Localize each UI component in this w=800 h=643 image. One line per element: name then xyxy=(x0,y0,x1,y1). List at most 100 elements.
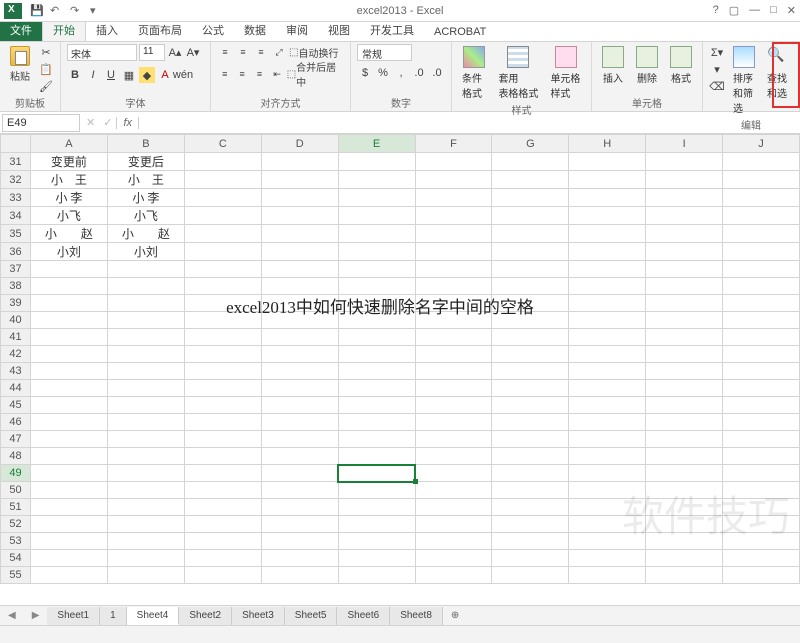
cell-I42[interactable] xyxy=(646,346,723,363)
cell-J45[interactable] xyxy=(723,397,800,414)
cell-H51[interactable] xyxy=(569,499,646,516)
cell-E42[interactable] xyxy=(338,346,415,363)
cell-D55[interactable] xyxy=(261,567,338,584)
cell-G36[interactable] xyxy=(492,243,569,261)
cell-F46[interactable] xyxy=(415,414,492,431)
cell-A36[interactable]: 小刘 xyxy=(30,243,107,261)
row-header-41[interactable]: 41 xyxy=(1,329,31,346)
cell-C42[interactable] xyxy=(184,346,261,363)
sheet-tab-Sheet3[interactable]: Sheet3 xyxy=(232,607,285,625)
cell-E43[interactable] xyxy=(338,363,415,380)
row-header-32[interactable]: 32 xyxy=(1,171,31,189)
cell-J51[interactable] xyxy=(723,499,800,516)
cell-D44[interactable] xyxy=(261,380,338,397)
cell-C37[interactable] xyxy=(184,261,261,278)
cell-H54[interactable] xyxy=(569,550,646,567)
cell-J40[interactable] xyxy=(723,312,800,329)
cell-D35[interactable] xyxy=(261,225,338,243)
cell-A41[interactable] xyxy=(30,329,107,346)
cell-J47[interactable] xyxy=(723,431,800,448)
cell-B41[interactable] xyxy=(107,329,184,346)
sheet-nav-next-icon[interactable]: ▶ xyxy=(24,610,48,621)
cell-A51[interactable] xyxy=(30,499,107,516)
cell-G50[interactable] xyxy=(492,482,569,499)
tab-review[interactable]: 审阅 xyxy=(276,19,318,41)
row-header-42[interactable]: 42 xyxy=(1,346,31,363)
cell-E55[interactable] xyxy=(338,567,415,584)
cell-C46[interactable] xyxy=(184,414,261,431)
percent-icon[interactable]: % xyxy=(375,65,391,81)
cell-J50[interactable] xyxy=(723,482,800,499)
cell-D41[interactable] xyxy=(261,329,338,346)
cell-A53[interactable] xyxy=(30,533,107,550)
italic-button[interactable]: I xyxy=(85,67,101,83)
cell-A39[interactable] xyxy=(30,295,107,312)
col-header-D[interactable]: D xyxy=(261,135,338,153)
cell-B52[interactable] xyxy=(107,516,184,533)
cell-I50[interactable] xyxy=(646,482,723,499)
cell-H31[interactable] xyxy=(569,153,646,171)
cell-B35[interactable]: 小 赵 xyxy=(107,225,184,243)
cell-E31[interactable] xyxy=(338,153,415,171)
cell-E33[interactable] xyxy=(338,189,415,207)
phonetic-button[interactable]: wén xyxy=(175,67,191,83)
cell-E52[interactable] xyxy=(338,516,415,533)
cell-I47[interactable] xyxy=(646,431,723,448)
cell-D45[interactable] xyxy=(261,397,338,414)
cell-C55[interactable] xyxy=(184,567,261,584)
tab-developer[interactable]: 开发工具 xyxy=(360,19,424,41)
cell-H32[interactable] xyxy=(569,171,646,189)
cell-E53[interactable] xyxy=(338,533,415,550)
cell-E48[interactable] xyxy=(338,448,415,465)
cell-E49[interactable] xyxy=(338,465,415,482)
cell-I49[interactable] xyxy=(646,465,723,482)
cell-E44[interactable] xyxy=(338,380,415,397)
cell-A40[interactable] xyxy=(30,312,107,329)
cell-F32[interactable] xyxy=(415,171,492,189)
wrap-text-button[interactable]: ⬚自动换行 xyxy=(289,44,338,60)
row-header-31[interactable]: 31 xyxy=(1,153,31,171)
increase-decimal-icon[interactable]: .0 xyxy=(411,65,427,81)
cell-J49[interactable] xyxy=(723,465,800,482)
cell-H36[interactable] xyxy=(569,243,646,261)
cell-J39[interactable] xyxy=(723,295,800,312)
cell-B49[interactable] xyxy=(107,465,184,482)
close-icon[interactable]: ✕ xyxy=(787,4,796,17)
increase-font-icon[interactable]: A▴ xyxy=(167,45,183,61)
col-header-E[interactable]: E xyxy=(338,135,415,153)
cell-C36[interactable] xyxy=(184,243,261,261)
cell-H33[interactable] xyxy=(569,189,646,207)
align-left-icon[interactable]: ≡ xyxy=(217,66,232,82)
row-header-46[interactable]: 46 xyxy=(1,414,31,431)
cell-I43[interactable] xyxy=(646,363,723,380)
sheet-tab-1[interactable]: 1 xyxy=(100,607,127,625)
row-header-54[interactable]: 54 xyxy=(1,550,31,567)
cell-E50[interactable] xyxy=(338,482,415,499)
cell-H34[interactable] xyxy=(569,207,646,225)
cell-J37[interactable] xyxy=(723,261,800,278)
cell-H37[interactable] xyxy=(569,261,646,278)
cell-F51[interactable] xyxy=(415,499,492,516)
tab-page-layout[interactable]: 页面布局 xyxy=(128,19,192,41)
cell-F49[interactable] xyxy=(415,465,492,482)
cell-J46[interactable] xyxy=(723,414,800,431)
cell-C41[interactable] xyxy=(184,329,261,346)
cell-F45[interactable] xyxy=(415,397,492,414)
cell-A49[interactable] xyxy=(30,465,107,482)
row-header-43[interactable]: 43 xyxy=(1,363,31,380)
clear-icon[interactable]: ⌫ xyxy=(709,78,725,94)
autosum-icon[interactable]: Σ▾ xyxy=(709,44,725,60)
row-header-35[interactable]: 35 xyxy=(1,225,31,243)
col-header-H[interactable]: H xyxy=(569,135,646,153)
sheet-tab-Sheet4[interactable]: Sheet4 xyxy=(127,607,180,625)
cell-I53[interactable] xyxy=(646,533,723,550)
cell-C45[interactable] xyxy=(184,397,261,414)
cell-F42[interactable] xyxy=(415,346,492,363)
cell-J33[interactable] xyxy=(723,189,800,207)
col-header-I[interactable]: I xyxy=(646,135,723,153)
cell-J43[interactable] xyxy=(723,363,800,380)
row-header-48[interactable]: 48 xyxy=(1,448,31,465)
cell-A48[interactable] xyxy=(30,448,107,465)
cell-E41[interactable] xyxy=(338,329,415,346)
row-header-45[interactable]: 45 xyxy=(1,397,31,414)
